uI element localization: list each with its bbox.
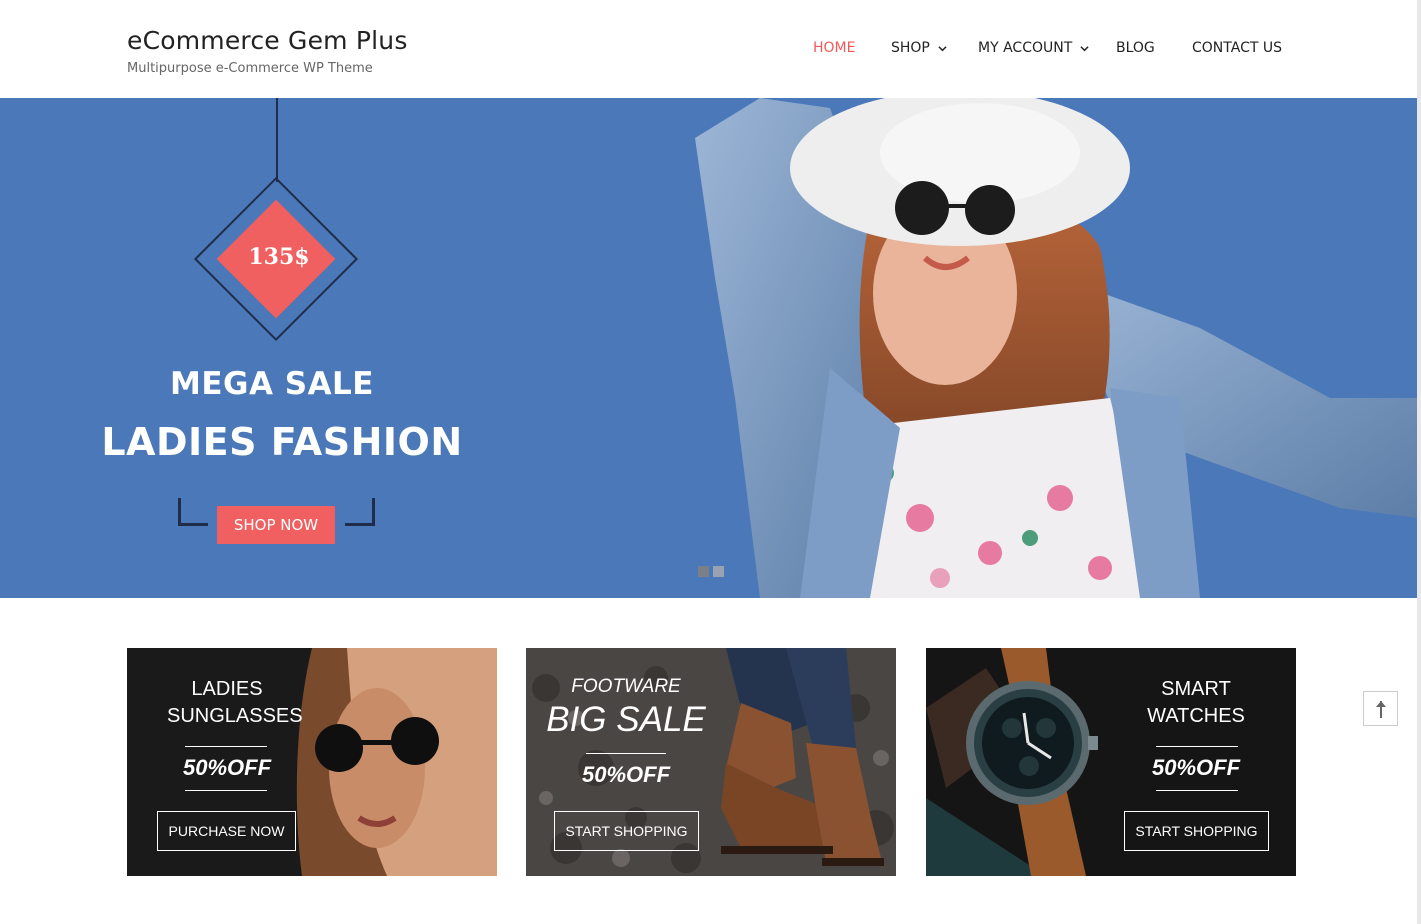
price-label: 135$: [248, 244, 310, 270]
scroll-to-top-button[interactable]: [1363, 691, 1398, 726]
divider: [1156, 746, 1238, 747]
chevron-down-icon: [938, 45, 947, 51]
nav-item-contact-us[interactable]: CONTACT US: [1192, 40, 1282, 56]
nav-item-my-account[interactable]: MY ACCOUNT: [978, 40, 1089, 56]
nav-item-label: SHOP: [891, 40, 930, 56]
card-title-line2: SUNGLASSES: [167, 705, 303, 727]
hero-title: LADIES FASHION: [101, 420, 463, 464]
divider: [185, 746, 267, 747]
discount-label: 50%OFF: [1151, 755, 1241, 780]
promo-card-watches[interactable]: SMART WATCHES 50%OFF START SHOPPING: [926, 648, 1296, 876]
divider: [586, 753, 666, 754]
hero-slider: 135$ MEGA SALE LADIES FASHION SHOP NOW: [0, 98, 1417, 598]
bracket-decoration-left: [178, 498, 208, 526]
hang-line: [276, 98, 278, 182]
start-shopping-button[interactable]: START SHOPPING: [554, 811, 699, 851]
arrow-up-icon: [1375, 700, 1386, 718]
discount-label: 50%OFF: [581, 762, 671, 787]
site-header: eCommerce Gem Plus Multipurpose e-Commer…: [0, 0, 1421, 98]
divider: [185, 790, 267, 791]
card-title-line1: SMART: [1161, 678, 1231, 700]
nav-item-home[interactable]: HOME: [813, 40, 855, 56]
site-tagline: Multipurpose e-Commerce WP Theme: [127, 61, 373, 76]
hero-model-image: [695, 98, 1417, 598]
promo-card-footware[interactable]: FOOTWARE BIG SALE 50%OFF START SHOPPING: [526, 648, 896, 876]
card-title-line2: BIG SALE: [546, 700, 706, 739]
slider-dot-2[interactable]: [713, 566, 724, 577]
hero-subtitle: MEGA SALE: [169, 366, 374, 402]
nav-item-blog[interactable]: BLOG: [1116, 40, 1155, 56]
nav-item-label: BLOG: [1116, 40, 1155, 56]
page-scrollbar[interactable]: [1417, 0, 1421, 924]
nav-item-label: MY ACCOUNT: [978, 40, 1073, 56]
nav-item-shop[interactable]: SHOP: [891, 40, 947, 56]
discount-label: 50%OFF: [182, 755, 272, 780]
slider-dot-1[interactable]: [698, 566, 709, 577]
card-title-line1: LADIES: [191, 678, 263, 700]
main-navigation: HOME SHOP MY ACCOUNT BLOG CONTACT US: [0, 40, 1421, 60]
card-title-line1: FOOTWARE: [571, 676, 681, 697]
nav-item-label: CONTACT US: [1192, 40, 1282, 56]
start-shopping-button[interactable]: START SHOPPING: [1124, 811, 1269, 851]
promo-card-sunglasses[interactable]: LADIES SUNGLASSES 50%OFF PURCHASE NOW: [127, 648, 497, 876]
slider-pagination: [698, 566, 724, 577]
shop-now-button[interactable]: SHOP NOW: [217, 506, 335, 544]
purchase-now-button[interactable]: PURCHASE NOW: [157, 811, 296, 851]
nav-item-label: HOME: [813, 40, 856, 56]
divider: [1156, 790, 1238, 791]
chevron-down-icon: [1080, 45, 1089, 51]
bracket-decoration-right: [345, 498, 375, 526]
card-title-line2: WATCHES: [1147, 705, 1245, 727]
